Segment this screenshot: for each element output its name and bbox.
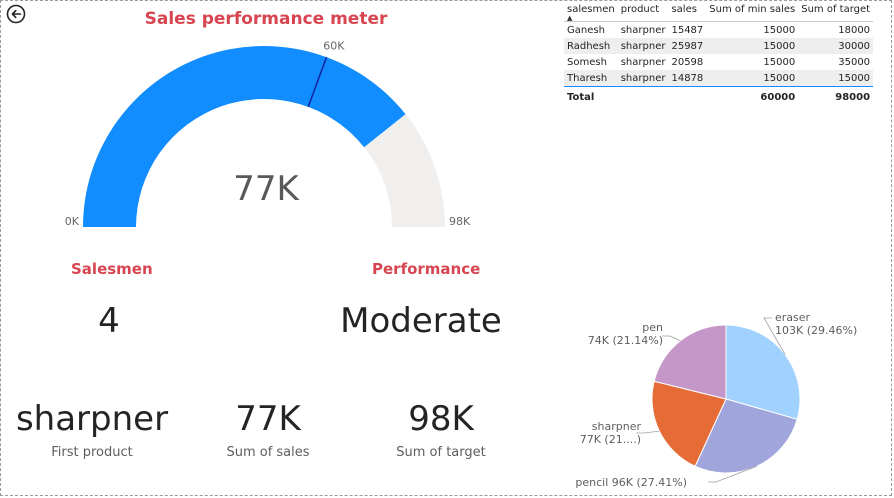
cell-salesmen: Radhesh — [567, 40, 611, 52]
cell-sales: 14878 — [671, 72, 704, 84]
cell-min-sales: 15000 — [763, 56, 796, 68]
sum-of-target-value: 98K — [408, 399, 474, 439]
pie-label-sharpner-value: 77K (21....) — [580, 433, 641, 446]
sum-of-sales-value: 77K — [235, 399, 301, 439]
total-sales — [668, 87, 706, 106]
sum-of-sales-label: Sum of sales — [226, 445, 310, 460]
back-arrow-icon — [6, 4, 26, 24]
report-canvas: Sales performance meter 0K 98K 60K 77K S… — [0, 0, 892, 496]
table-header-row: salesmen ▲ product sales Sum of min sales… — [564, 2, 874, 22]
pie-label-pen-name: pen — [642, 321, 663, 334]
pie-label-pen-value: 74K (21.14%) — [588, 334, 663, 347]
cell-salesmen: Somesh — [567, 56, 607, 68]
cell-product: sharpner — [620, 40, 666, 52]
performance-value: Moderate — [340, 301, 502, 341]
sales-table: salesmen ▲ product sales Sum of min sales… — [564, 2, 874, 106]
product-pie-chart[interactable]: eraser103K (29.46%) pencil 96K (27.41%) sh… — [541, 296, 881, 496]
gauge-target-label: 60K — [323, 41, 345, 53]
total-label: Total — [567, 91, 595, 103]
col-header-sales[interactable]: sales — [668, 2, 706, 22]
cell-sales: 20598 — [671, 56, 704, 68]
sum-of-target-label: Sum of target — [396, 445, 486, 460]
col-header-product[interactable]: product — [618, 2, 669, 22]
cell-product: sharpner — [620, 72, 666, 84]
col-header-min-sales[interactable]: Sum of min sales — [706, 2, 798, 22]
table-total-row: Total 60000 98000 — [564, 86, 874, 106]
table-row[interactable]: Somesh sharpner 20598 15000 35000 — [564, 54, 873, 70]
gauge-min-label: 0K — [65, 215, 80, 228]
back-button[interactable] — [6, 4, 26, 24]
table-row[interactable]: Tharesh sharpner 14878 15000 15000 — [564, 70, 874, 87]
sort-ascending-icon: ▲ — [567, 14, 573, 22]
cell-min-sales: 15000 — [763, 72, 796, 84]
cell-sales: 15487 — [671, 24, 704, 36]
cell-target: 18000 — [838, 24, 871, 36]
salesmen-count: 4 — [98, 301, 120, 341]
cell-target: 30000 — [838, 40, 871, 52]
table-row[interactable]: Ganesh sharpner 15487 15000 18000 — [564, 22, 873, 39]
salesmen-card-title: Salesmen — [71, 260, 153, 278]
cell-min-sales: 15000 — [763, 24, 796, 36]
gauge-max-label: 98K — [449, 215, 471, 228]
pie-label-eraser-value: 103K (29.46%) — [775, 324, 857, 337]
pie-label-pencil-name: pencil 96K (27.41%) — [575, 476, 687, 489]
pie-leader-pen — [662, 335, 681, 342]
cell-sales: 25987 — [671, 40, 704, 52]
col-header-target[interactable]: Sum of target — [798, 2, 873, 22]
col-header-salesmen[interactable]: salesmen ▲ — [564, 2, 618, 22]
cell-min-sales: 15000 — [763, 40, 796, 52]
cell-target: 35000 — [838, 56, 871, 68]
first-product-label: First product — [51, 445, 133, 460]
cell-salesmen: Tharesh — [567, 72, 608, 84]
gauge-value: 77K — [233, 169, 299, 209]
cell-target: 15000 — [838, 72, 871, 84]
cell-salesmen: Ganesh — [567, 24, 605, 36]
total-product — [618, 87, 669, 106]
total-min-sales: 60000 — [760, 91, 796, 103]
table-row[interactable]: Radhesh sharpner 25987 15000 30000 — [564, 38, 874, 54]
first-product-value: sharpner — [15, 399, 169, 439]
cell-product: sharpner — [620, 24, 666, 36]
sales-gauge[interactable]: 0K 98K 60K — [61, 41, 471, 241]
performance-card-title: Performance — [372, 260, 481, 278]
cell-product: sharpner — [620, 56, 666, 68]
pie-label-eraser-name: eraser — [775, 311, 811, 324]
pie-label-sharpner-name: sharpner — [592, 420, 642, 433]
total-target: 98000 — [835, 91, 871, 103]
gauge-title: Sales performance meter — [144, 9, 388, 29]
